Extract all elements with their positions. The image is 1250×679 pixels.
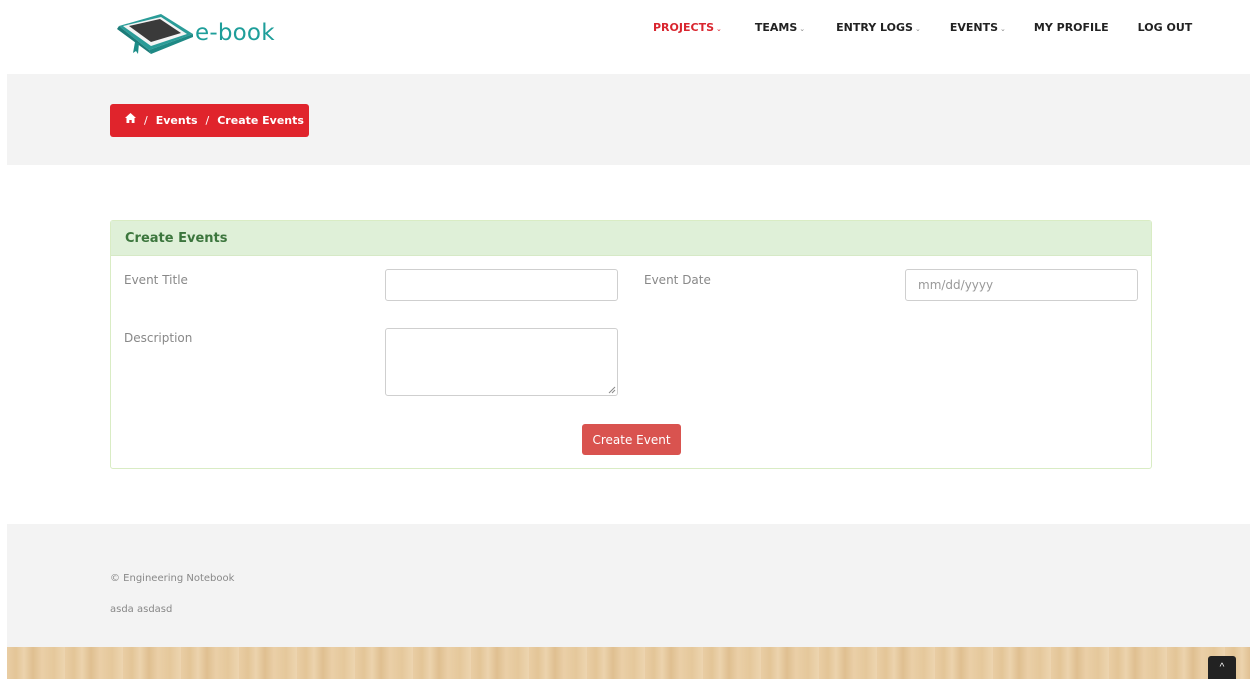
- nav-log-out[interactable]: LOG OUT: [1138, 21, 1193, 34]
- nav-log-out-label: LOG OUT: [1137, 21, 1193, 34]
- nav-projects-label: PROJECTS: [653, 21, 714, 34]
- breadcrumb-band: / Events / Create Events: [7, 74, 1250, 165]
- description-wrapper: [385, 328, 618, 396]
- breadcrumb-item-create-events: Create Events: [217, 114, 304, 127]
- nav-entry-logs[interactable]: ENTRY LOGS ⌄: [836, 21, 921, 34]
- nav-events-label: EVENTS: [949, 21, 999, 34]
- event-date-label: Event Date: [644, 273, 711, 287]
- breadcrumb: / Events / Create Events: [110, 104, 309, 137]
- nav-projects[interactable]: PROJECTS ⌄: [653, 21, 722, 34]
- chevron-down-icon: ⌄: [799, 24, 806, 33]
- chevron-down-icon: ⌄: [716, 24, 722, 33]
- chevron-up-icon: ^: [1219, 662, 1225, 673]
- event-title-input[interactable]: [385, 269, 618, 301]
- home-icon: [125, 113, 136, 123]
- logo-text: e-book: [195, 20, 275, 46]
- breadcrumb-home[interactable]: [125, 113, 136, 127]
- create-events-panel: Create Events Event Title Event Date Des…: [110, 220, 1152, 469]
- main-nav: PROJECTS ⌄ TEAMS ⌄ ENTRY LOGS ⌄ EVENTS ⌄ MY …: [653, 21, 1192, 34]
- breadcrumb-item-events[interactable]: Events: [156, 114, 198, 127]
- event-title-label: Event Title: [124, 273, 188, 287]
- nav-teams[interactable]: TEAMS ⌄: [755, 21, 805, 34]
- nav-entry-logs-label: ENTRY LOGS: [836, 21, 913, 34]
- nav-teams-label: TEAMS: [754, 21, 798, 34]
- nav-events[interactable]: EVENTS ⌄: [950, 21, 1006, 34]
- chevron-down-icon: ⌄: [914, 24, 921, 33]
- book-logo-icon: [117, 14, 193, 54]
- nav-my-profile-label: MY PROFILE: [1033, 21, 1109, 34]
- panel-title: Create Events: [111, 221, 1151, 256]
- breadcrumb-separator: /: [205, 114, 210, 127]
- create-event-button[interactable]: Create Event: [582, 424, 681, 455]
- event-date-input[interactable]: [905, 269, 1138, 301]
- chevron-down-icon: ⌄: [1000, 24, 1006, 33]
- wood-background-strip: [7, 647, 1250, 679]
- resize-handle-icon[interactable]: [608, 386, 616, 394]
- footer-copyright: © Engineering Notebook: [110, 573, 235, 584]
- description-label: Description: [124, 331, 193, 345]
- scroll-to-top-button[interactable]: ^: [1208, 656, 1236, 679]
- footer-text: asda asdasd: [110, 604, 173, 615]
- breadcrumb-separator: /: [144, 114, 148, 127]
- logo[interactable]: e-book: [113, 12, 293, 56]
- nav-my-profile[interactable]: MY PROFILE: [1034, 21, 1109, 34]
- site-header: e-book PROJECTS ⌄ TEAMS ⌄ ENTRY LOGS ⌄ EVEN…: [0, 0, 1250, 74]
- description-textarea[interactable]: [385, 328, 618, 396]
- site-footer: © Engineering Notebook asda asdasd: [7, 524, 1250, 647]
